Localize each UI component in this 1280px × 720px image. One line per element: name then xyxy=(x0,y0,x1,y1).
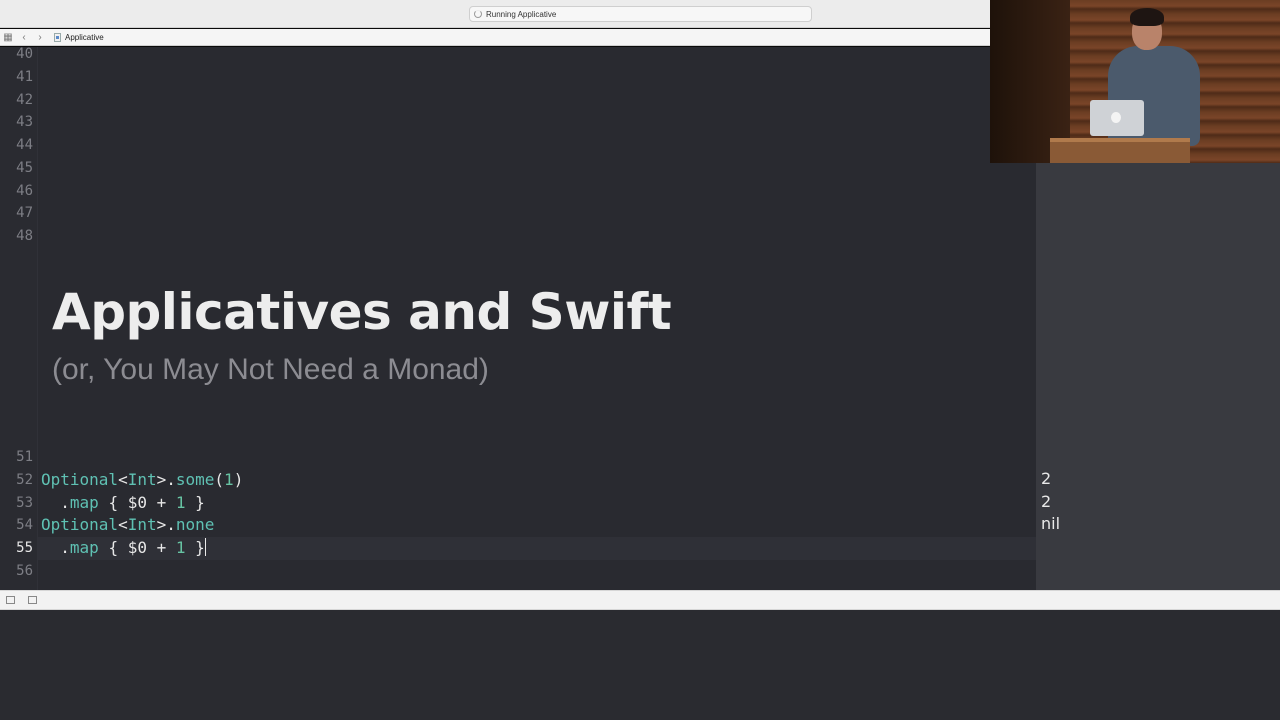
code-member: map xyxy=(69,493,99,512)
line-number: 47 xyxy=(16,205,33,221)
code-member: some xyxy=(175,470,215,489)
result-value[interactable]: 2 xyxy=(1041,492,1051,512)
presenter-hair xyxy=(1130,8,1164,26)
code-punct: } xyxy=(185,493,205,512)
podium xyxy=(1050,138,1190,163)
line-number: 44 xyxy=(16,137,33,153)
line-number: 56 xyxy=(16,563,33,579)
code-closure-body: { $0 + xyxy=(98,538,176,557)
code-punct: . xyxy=(60,538,70,557)
code-number: 1 xyxy=(175,538,186,557)
line-number-gutter: 40 41 42 43 44 45 46 47 48 51 52 53 54 5… xyxy=(0,47,38,590)
line-number: 41 xyxy=(16,69,33,85)
results-sidebar: 2 2 nil xyxy=(1036,163,1280,590)
code-line-53[interactable]: .map { $0 + 1 } xyxy=(41,493,205,513)
current-line-number: 55 xyxy=(16,540,33,556)
code-generic-type: Int xyxy=(127,470,157,489)
jump-bar: ▦ ‹ › Applicative xyxy=(0,29,990,46)
activity-viewer: Running Applicative xyxy=(469,6,812,22)
result-value[interactable]: 2 xyxy=(1041,469,1051,489)
code-punct: . xyxy=(60,493,70,512)
console-area[interactable] xyxy=(0,610,1280,720)
grid-icon[interactable]: ▦ xyxy=(0,32,16,43)
activity-status-text: Running Applicative xyxy=(486,9,557,19)
source-editor[interactable]: 40 41 42 43 44 45 46 47 48 51 52 53 54 5… xyxy=(0,47,1036,590)
code-punct: >. xyxy=(156,470,176,489)
code-generic-type: Int xyxy=(127,515,157,534)
laptop-icon xyxy=(1090,100,1144,136)
code-punct: ( xyxy=(214,470,225,489)
chevron-left-icon[interactable]: ‹ xyxy=(16,32,32,43)
code-member: map xyxy=(69,538,99,557)
result-value[interactable]: nil xyxy=(1041,514,1060,534)
code-line-52[interactable]: Optional<Int>.some(1) xyxy=(41,470,243,490)
line-number: 43 xyxy=(16,114,33,130)
code-line-54[interactable]: Optional<Int>.none xyxy=(41,515,214,535)
progress-spinner-icon xyxy=(474,10,482,18)
code-line-55[interactable]: .map { $0 + 1 } xyxy=(41,538,206,558)
markup-title: Applicatives and Swift xyxy=(52,283,672,341)
console-toggle-icon[interactable] xyxy=(28,596,37,604)
debug-area-bar xyxy=(0,590,1280,610)
text-cursor xyxy=(204,538,206,556)
chevron-right-icon[interactable]: › xyxy=(32,32,48,43)
line-number: 52 xyxy=(16,472,33,488)
playground-file-icon xyxy=(54,32,61,42)
line-number: 54 xyxy=(16,517,33,533)
code-punct: >. xyxy=(156,515,176,534)
presenter-video-feed-icon xyxy=(990,0,1280,163)
code-number: 1 xyxy=(224,470,234,489)
line-number: 53 xyxy=(16,495,33,511)
line-number: 45 xyxy=(16,160,33,176)
code-type: Optional xyxy=(41,515,119,534)
line-number: 46 xyxy=(16,183,33,199)
line-number: 48 xyxy=(16,228,33,244)
code-number: 1 xyxy=(175,493,186,512)
line-number: 42 xyxy=(16,92,33,108)
line-number: 51 xyxy=(16,449,33,465)
code-punct: < xyxy=(118,515,128,534)
window-titlebar: Running Applicative xyxy=(0,0,990,28)
jump-bar-file-label[interactable]: Applicative xyxy=(65,33,104,42)
code-punct: ) xyxy=(233,470,244,489)
code-punct: < xyxy=(118,470,128,489)
hide-debug-area-icon[interactable] xyxy=(6,596,15,604)
markup-subtitle: (or, You May Not Need a Monad) xyxy=(52,353,489,386)
code-punct: } xyxy=(185,538,205,557)
code-type: Optional xyxy=(41,470,119,489)
code-closure-body: { $0 + xyxy=(98,493,176,512)
line-number: 40 xyxy=(16,47,33,62)
code-member: none xyxy=(175,515,215,534)
